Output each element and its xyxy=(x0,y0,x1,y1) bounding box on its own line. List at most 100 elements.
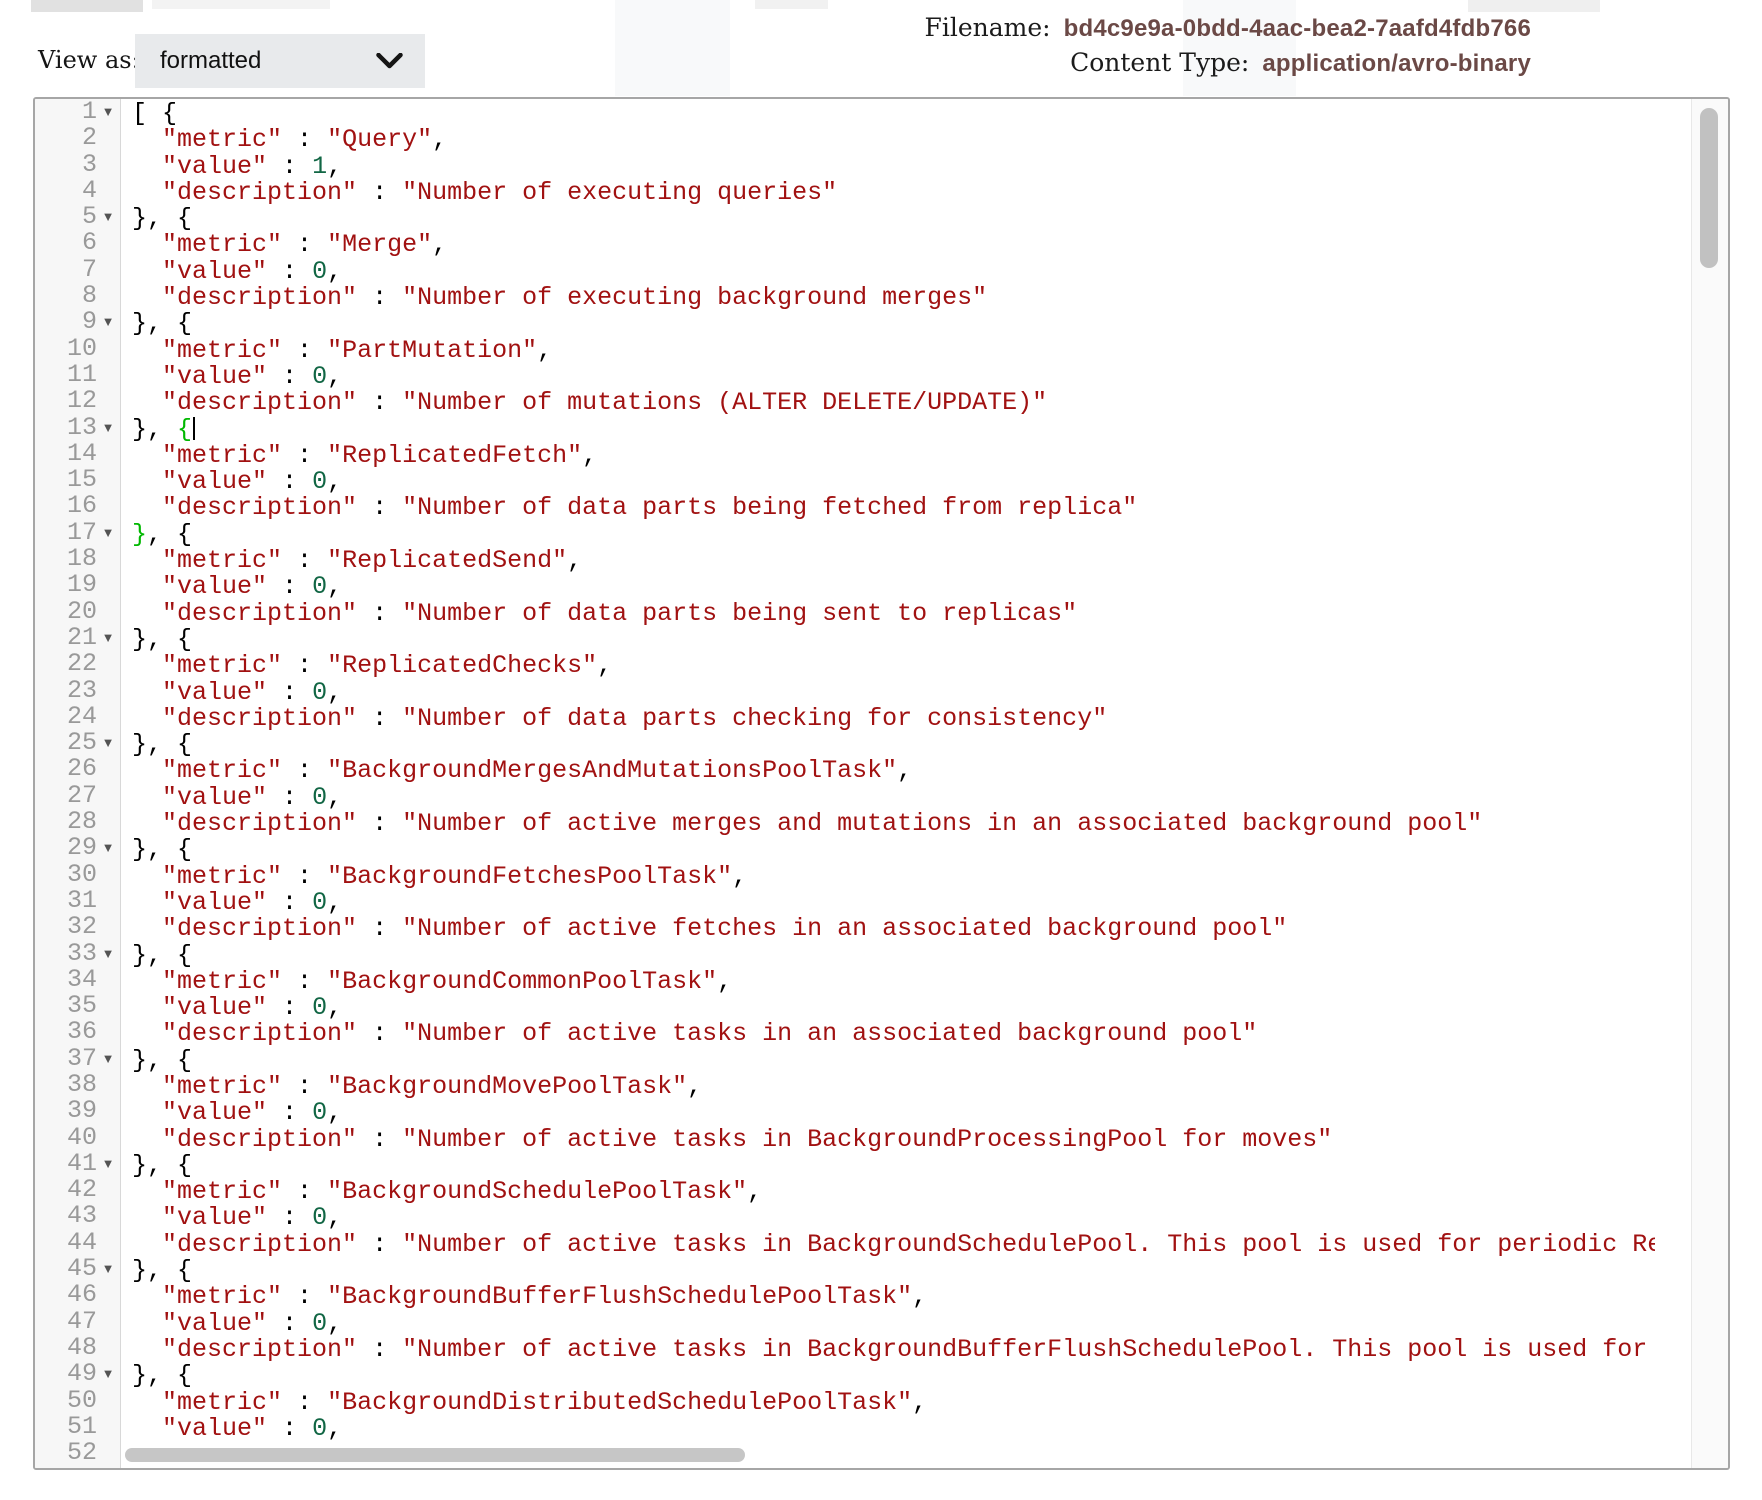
code-line[interactable]: }, { xyxy=(132,837,1655,863)
fold-open-icon[interactable]: ▼ xyxy=(97,1361,119,1387)
code-line[interactable]: "metric" : "ReplicatedSend", xyxy=(132,548,1655,574)
punctuation-token: , xyxy=(327,888,342,917)
code-line[interactable]: "value" : 0, xyxy=(132,1100,1655,1126)
gutter-row: 4 xyxy=(35,178,120,204)
line-number: 15 xyxy=(35,467,97,493)
code-line[interactable]: "metric" : "Merge", xyxy=(132,232,1655,258)
code-line[interactable]: }, { xyxy=(132,522,1655,548)
code-line[interactable]: "metric" : "ReplicatedChecks", xyxy=(132,653,1655,679)
json-string-token: "description" xyxy=(162,1230,357,1259)
punctuation-token: : xyxy=(282,336,327,365)
json-string-token: "metric" xyxy=(162,336,282,365)
punctuation-token xyxy=(132,809,162,838)
code-line[interactable]: "value" : 0, xyxy=(132,680,1655,706)
code-line[interactable]: "metric" : "BackgroundFetchesPoolTask", xyxy=(132,864,1655,890)
vertical-scrollbar[interactable] xyxy=(1691,99,1728,1468)
code-line[interactable]: "metric" : "ReplicatedFetch", xyxy=(132,443,1655,469)
code-line[interactable]: "value" : 0, xyxy=(132,785,1655,811)
fold-open-icon[interactable]: ▼ xyxy=(97,625,119,651)
code-line[interactable]: "metric" : "BackgroundCommonPoolTask", xyxy=(132,969,1655,995)
code-line[interactable]: }, { xyxy=(132,206,1655,232)
punctuation-token: : xyxy=(357,178,402,207)
code-line[interactable]: "value" : 0, xyxy=(132,1311,1655,1337)
code-line[interactable]: "description" : "Number of active tasks … xyxy=(132,1232,1655,1258)
json-string-token: "value" xyxy=(162,888,267,917)
view-as-selected-value: formatted xyxy=(160,47,261,75)
code-line[interactable]: "description" : "Number of data parts be… xyxy=(132,495,1655,521)
code-line[interactable]: "description" : "Number of data parts be… xyxy=(132,601,1655,627)
code-line[interactable]: "value" : 0, xyxy=(132,364,1655,390)
code-line[interactable]: "description" : "Number of active tasks … xyxy=(132,1337,1655,1363)
punctuation-token xyxy=(132,1335,162,1364)
code-line[interactable]: "description" : "Number of executing que… xyxy=(132,180,1655,206)
code-line[interactable]: }, { xyxy=(132,1258,1655,1284)
code-line[interactable]: }, { xyxy=(132,1153,1655,1179)
json-string-token: "value" xyxy=(162,1098,267,1127)
json-string-token: "Number of active tasks in BackgroundSch… xyxy=(402,1230,1655,1259)
code-line[interactable]: }, { xyxy=(132,627,1655,653)
vertical-scrollbar-thumb[interactable] xyxy=(1700,108,1718,268)
fold-open-icon[interactable]: ▼ xyxy=(97,1151,119,1177)
gutter-row: 14 xyxy=(35,441,120,467)
json-number-token: 0 xyxy=(312,257,327,286)
fold-open-icon[interactable]: ▼ xyxy=(97,941,119,967)
json-string-token: "ReplicatedFetch" xyxy=(327,441,582,470)
punctuation-token: , { xyxy=(147,520,192,549)
fold-open-icon[interactable]: ▼ xyxy=(97,835,119,861)
code-line[interactable]: "value" : 0, xyxy=(132,574,1655,600)
code-line[interactable]: [ { xyxy=(132,101,1655,127)
json-string-token: "Number of active merges and mutations i… xyxy=(402,809,1482,838)
code-line[interactable]: }, { xyxy=(132,943,1655,969)
code-line[interactable]: "metric" : "BackgroundDistributedSchedul… xyxy=(132,1390,1655,1416)
gutter-row: 15 xyxy=(35,467,120,493)
code-line[interactable]: "value" : 0, xyxy=(132,1205,1655,1231)
code-line[interactable]: "metric" : "BackgroundSchedulePoolTask", xyxy=(132,1179,1655,1205)
line-number: 41 xyxy=(35,1151,97,1177)
punctuation-token: , xyxy=(717,967,732,996)
fold-open-icon[interactable]: ▼ xyxy=(97,204,119,230)
fold-open-icon[interactable]: ▼ xyxy=(97,520,119,546)
code-line[interactable]: "description" : "Number of data parts ch… xyxy=(132,706,1655,732)
horizontal-scrollbar-thumb[interactable] xyxy=(125,1448,745,1462)
fold-open-icon[interactable]: ▼ xyxy=(97,1256,119,1282)
code-line[interactable]: }, { xyxy=(132,417,1655,443)
code-line[interactable]: "description" : "Number of active merges… xyxy=(132,811,1655,837)
punctuation-token: , xyxy=(327,783,342,812)
code-line[interactable]: "description" : "Number of executing bac… xyxy=(132,285,1655,311)
code-line[interactable]: "description" : "Number of active tasks … xyxy=(132,1127,1655,1153)
code-line[interactable]: "metric" : "BackgroundBufferFlushSchedul… xyxy=(132,1284,1655,1310)
json-string-token: "Number of executing queries" xyxy=(402,178,837,207)
code-line[interactable]: "description" : "Number of active tasks … xyxy=(132,1021,1655,1047)
code-line[interactable]: "value" : 0, xyxy=(132,995,1655,1021)
code-line[interactable]: "metric" : "BackgroundMovePoolTask", xyxy=(132,1074,1655,1100)
json-number-token: 0 xyxy=(312,1309,327,1338)
gutter-row: 23 xyxy=(35,678,120,704)
code-line[interactable]: "value" : 0, xyxy=(132,469,1655,495)
code-line[interactable]: "value" : 0, xyxy=(132,259,1655,285)
code-line[interactable]: }, { xyxy=(132,1363,1655,1389)
code-line[interactable]: "value" : 0, xyxy=(132,890,1655,916)
code-line[interactable]: "value" : 1, xyxy=(132,154,1655,180)
fold-open-icon[interactable]: ▼ xyxy=(97,1046,119,1072)
code-line[interactable]: "metric" : "BackgroundMergesAndMutations… xyxy=(132,758,1655,784)
fold-open-icon[interactable]: ▼ xyxy=(97,730,119,756)
view-as-select[interactable]: formatted xyxy=(135,34,425,88)
punctuation-token: : xyxy=(357,1230,402,1259)
fold-open-icon[interactable]: ▼ xyxy=(97,309,119,335)
code-line[interactable]: }, { xyxy=(132,1048,1655,1074)
fold-open-icon[interactable]: ▼ xyxy=(97,415,119,441)
code-line[interactable]: }, { xyxy=(132,732,1655,758)
code-area[interactable]: [ { "metric" : "Query", "value" : 1, "de… xyxy=(35,101,1655,1468)
gutter-row: 17▼ xyxy=(35,520,120,546)
code-line[interactable]: "value" : 0, xyxy=(132,1416,1655,1442)
punctuation-token xyxy=(132,493,162,522)
code-line[interactable]: "metric" : "Query", xyxy=(132,127,1655,153)
punctuation-token: , xyxy=(912,1388,927,1417)
code-line[interactable]: "description" : "Number of active fetche… xyxy=(132,916,1655,942)
code-line[interactable]: }, { xyxy=(132,311,1655,337)
fold-open-icon[interactable]: ▼ xyxy=(97,99,119,125)
code-line[interactable]: "metric" : "PartMutation", xyxy=(132,338,1655,364)
punctuation-token xyxy=(132,441,162,470)
code-line[interactable]: "description" : "Number of mutations (AL… xyxy=(132,390,1655,416)
punctuation-token xyxy=(132,388,162,417)
